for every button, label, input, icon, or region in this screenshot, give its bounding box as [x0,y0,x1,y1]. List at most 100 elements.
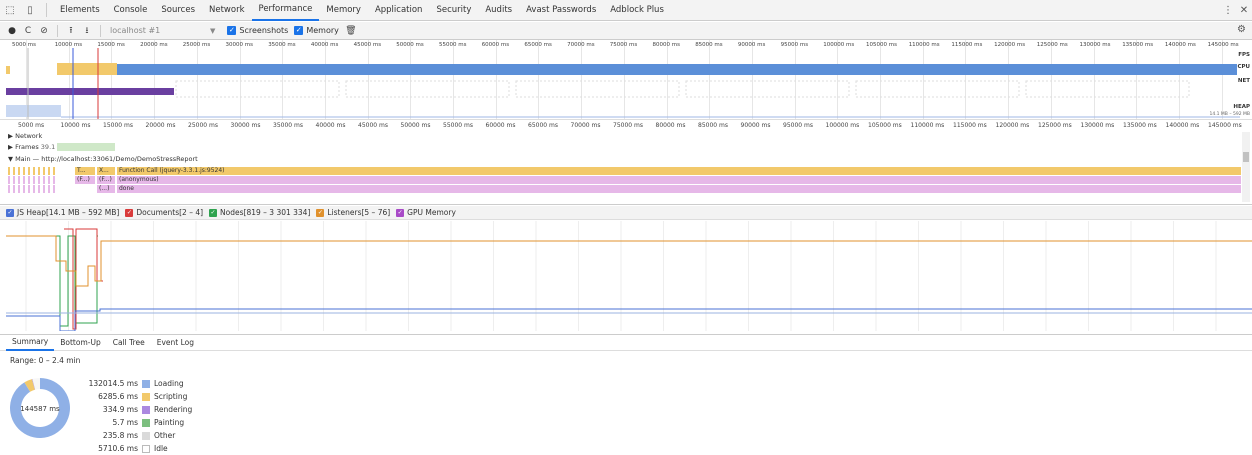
legend-row: 132014.5 ms Loading [70,377,192,390]
legend-row: 5.7 ms Painting [70,416,192,429]
record-icon[interactable]: ● [4,26,20,36]
device-toolbar-icon[interactable]: ▯ [20,0,40,21]
flame-call-bar[interactable]: done [117,185,1241,193]
checkbox[interactable]: ✓ [125,208,134,217]
memory-chart [6,221,1252,331]
ruler-label: 65000 ms [528,122,558,129]
checkbox[interactable]: ✓ [6,208,14,217]
timeline-overview[interactable]: 5000 ms 10000 ms 15000 ms 20000 ms 25000 ms 3… [0,40,1252,120]
ruler-label: 130000 ms [1080,122,1115,129]
legend-value: 334.9 ms [102,405,138,414]
screenshots-checkbox[interactable]: ✓ [227,26,237,35]
ruler-label: 25000 ms [188,122,218,129]
cpu-spike [6,66,10,74]
ruler-label: 10000 ms [60,122,91,129]
flame-call-bar[interactable]: (anonymous) [117,176,1241,184]
flame-chart[interactable]: 5000 ms 10000 ms 15000 ms 20000 ms 25000 ms 3… [0,120,1252,205]
heap-area [6,105,61,117]
counter-label: GPU Memory [407,208,456,217]
legend-swatch [142,431,150,440]
memory-label: Memory [306,26,339,35]
details-tabs: Summary Bottom-Up Call Tree Event Log [0,334,1252,351]
overview-graphs [6,48,1240,119]
legend-value: 6285.6 ms [98,392,138,401]
tab-bottom-up[interactable]: Bottom-Up [54,335,106,351]
legend-value: 5710.6 ms [98,444,138,453]
flame-call-bar-short[interactable]: (...) [97,185,115,193]
legend-label: Painting [154,418,185,427]
divider [46,3,47,17]
js-heap-line [6,308,1252,331]
load-profile-icon[interactable]: ⭱ [63,23,79,39]
tab-avast-passwords[interactable]: Avast Passwords [519,0,603,21]
tab-performance[interactable]: Performance [251,0,320,21]
tab-elements[interactable]: Elements [53,0,107,21]
tab-summary[interactable]: Summary [6,335,55,351]
counter-toggle[interactable]: ✓ GPU Memory [396,208,456,217]
tab-application[interactable]: Application [368,0,430,21]
listeners-line [6,235,1252,287]
garbage-collect-icon[interactable]: 🗑 [343,26,359,36]
counter-toggle[interactable]: ✓ JS Heap[14.1 MB – 592 MB] [6,208,119,217]
tab-memory[interactable]: Memory [319,0,368,21]
tab-security[interactable]: Security [429,0,478,21]
tab-event-log[interactable]: Event Log [151,335,200,351]
tab-console[interactable]: Console [107,0,155,21]
checkbox[interactable]: ✓ [209,208,218,217]
tab-network[interactable]: Network [202,0,252,21]
ruler-label: 30000 ms [230,122,261,129]
counter-toggle[interactable]: ✓ Documents[2 – 4] [125,208,203,217]
save-profile-icon[interactable]: ⭳ [79,23,95,39]
ruler-label: 85000 ms [698,122,728,129]
legend-swatch [142,405,150,414]
scrollbar[interactable] [1242,132,1250,202]
checkbox[interactable]: ✓ [396,208,405,217]
reload-icon[interactable]: C [20,26,36,36]
memory-counters: ✓ JS Heap[14.1 MB – 592 MB] ✓ Documents[2 –… [0,206,1252,220]
gear-icon[interactable]: ⚙ [1237,24,1246,35]
legend-label: Loading [154,379,184,388]
ruler-label: 105000 ms [868,122,902,129]
profile-select[interactable]: localhost #1 [110,26,210,35]
checkbox[interactable]: ✓ [316,208,325,217]
network-track[interactable]: ▶ Network [8,132,42,140]
legend-label: Idle [154,444,168,453]
tab-call-tree[interactable]: Call Tree [107,335,151,351]
legend-label: Scripting [154,392,188,401]
clear-icon[interactable]: ⊘ [36,26,52,36]
tab-adblock-plus[interactable]: Adblock Plus [603,0,671,21]
flame-call-bar[interactable]: Function Call (jquery-3.3.1.js:9524) [117,167,1241,175]
inspect-element-icon[interactable]: ⬚ [0,0,20,21]
ruler-label: 90000 ms [740,122,771,129]
memory-checkbox[interactable]: ✓ [294,26,304,35]
net-request-box [1025,80,1190,98]
flame-call-bar-short[interactable]: (F...) [75,176,95,184]
legend-row: 334.9 ms Rendering [70,403,192,416]
flame-call-bar-short[interactable]: (F...) [97,176,115,184]
counter-label: Listeners[5 – 76] [327,208,391,217]
legend-value: 5.7 ms [112,418,138,427]
ruler-label: 120000 ms [995,122,1030,129]
counter-toggle[interactable]: ✓ Listeners[5 – 76] [316,208,390,217]
ruler-label: 55000 ms [443,122,473,129]
ruler-label: 145000 ms [1208,122,1242,129]
tab-audits[interactable]: Audits [478,0,519,21]
ruler-label: 70000 ms [570,122,601,129]
chevron-down-icon[interactable]: ▼ [210,27,215,35]
ruler-label: 15000 ms [103,122,133,129]
ruler-label: 110000 ms [910,122,945,129]
more-options-icon[interactable]: ⋮ [1220,5,1236,16]
legend-label: Other [154,431,176,440]
main-track[interactable]: ▼ Main — http://localhost:33061/Demo/Dem… [8,155,198,163]
counter-toggle[interactable]: ✓ Nodes[819 – 3 301 334] [209,208,310,217]
ruler-label: 115000 ms [953,122,987,129]
ruler-label: 140000 ms [1165,122,1200,129]
flame-call-bar-short[interactable]: X... [97,167,115,175]
scrollbar-thumb[interactable] [1243,152,1249,162]
legend-swatch [142,379,150,388]
summary-donut: 144587 ms [9,378,70,438]
tab-sources[interactable]: Sources [154,0,202,21]
close-icon[interactable]: ✕ [1236,5,1252,16]
flame-call-bar-short[interactable]: T... [75,167,95,175]
net-request-box [855,80,1020,98]
